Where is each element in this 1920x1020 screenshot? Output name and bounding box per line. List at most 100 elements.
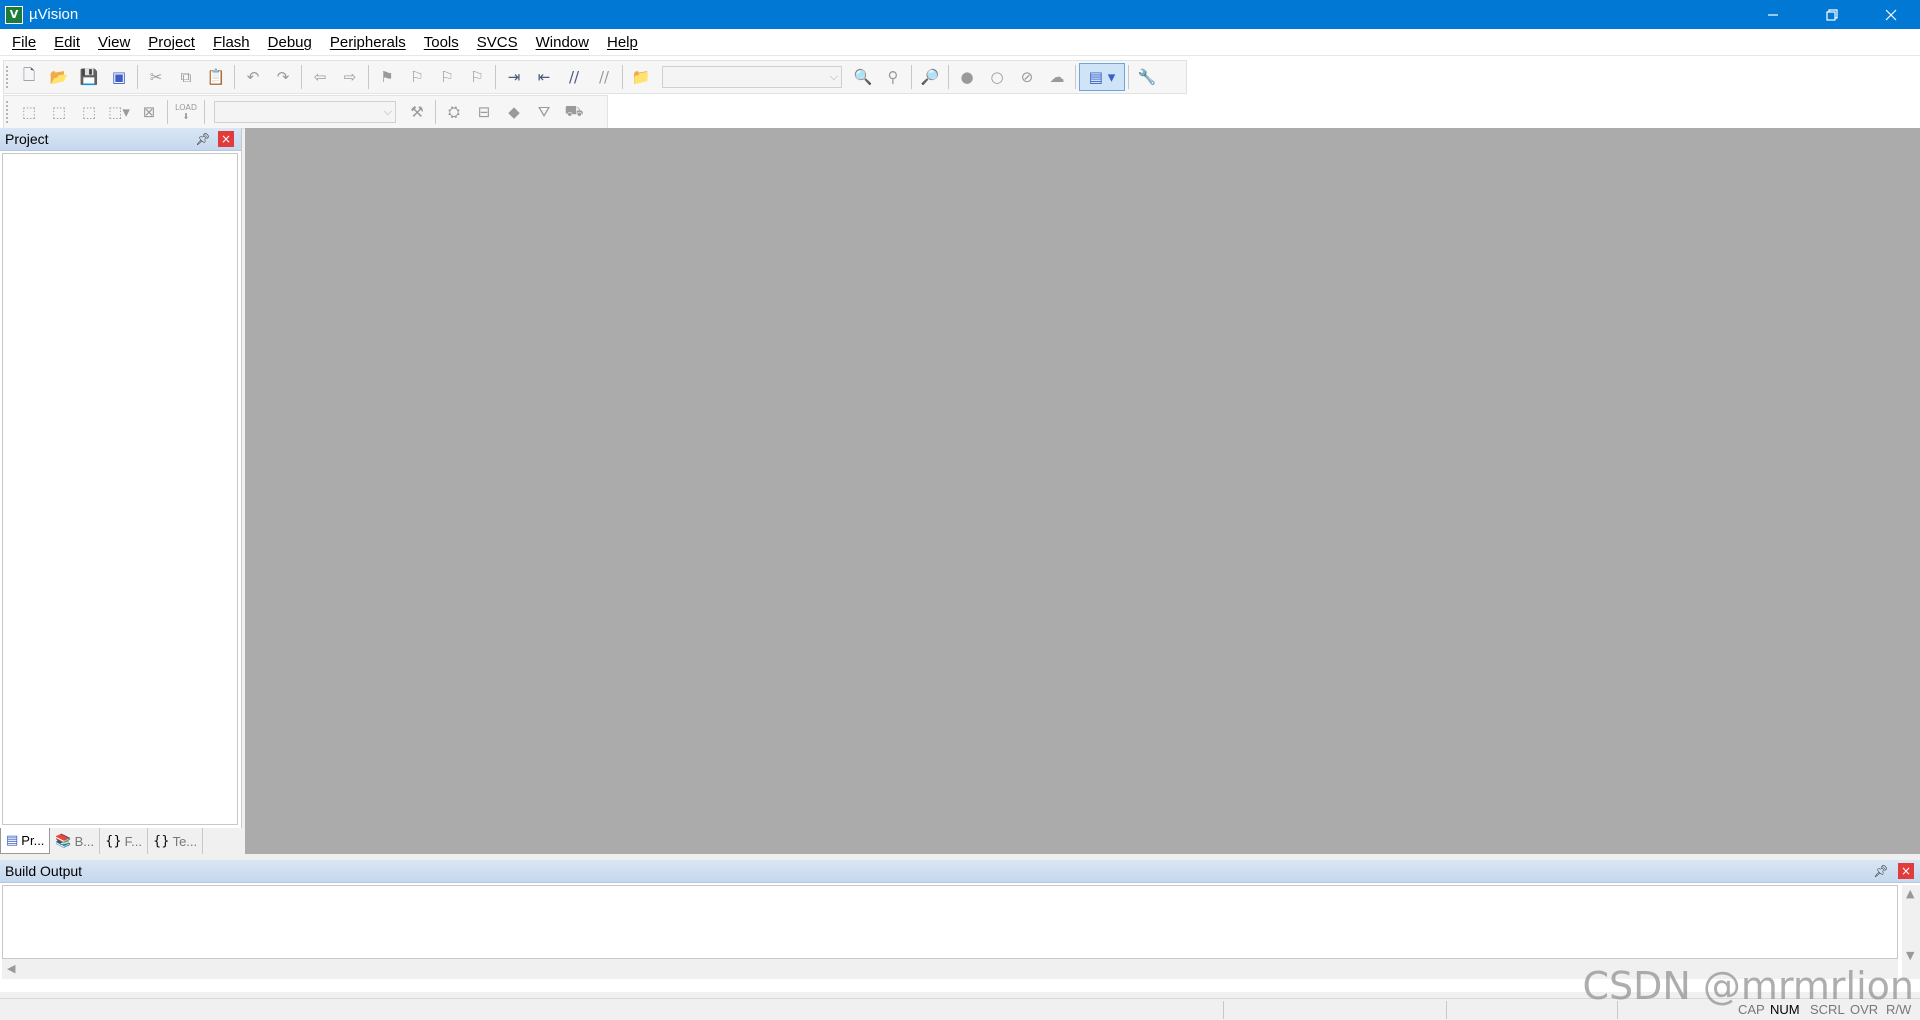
toolbar-separator [948,65,949,89]
restore-button[interactable] [1802,0,1861,29]
window-layout-icon[interactable]: ▤ ▾ [1079,63,1125,91]
open-file-icon[interactable]: 📂 [44,63,74,91]
target-options-icon[interactable]: ⚒ [402,98,432,126]
uncomment-icon[interactable]: // [589,63,619,91]
toolbar-area: 🗋 📂 💾 ▣ ✂ ⧉ 📋 ↶ ↷ ⇦ ⇨ ⚑ ⚐ ⚐ ⚐ ⇥ ⇤ // // … [0,56,1920,129]
project-tab-icon: ▤ [6,833,19,848]
chevron-down-icon: ⌵ [829,70,838,83]
redo-icon[interactable]: ↷ [268,63,298,91]
menu-window[interactable]: Window [527,29,598,56]
pin-icon[interactable]: 📌︎ [1873,863,1889,879]
toolbar-grip[interactable] [6,66,9,88]
prev-bookmark-icon[interactable]: ⚐ [402,63,432,91]
templates-tab-icon: {} [153,833,170,849]
target-combo[interactable]: ⌵ [214,101,396,123]
unindent-icon[interactable]: ⇤ [529,63,559,91]
toolbar-separator [622,65,623,89]
next-bookmark-icon[interactable]: ⚐ [432,63,462,91]
menu-svcs[interactable]: SVCS [468,29,527,56]
tab-books[interactable]: 📚 B... [50,828,101,854]
menu-help[interactable]: Help [598,29,647,56]
download-icon[interactable]: LOAD ⬇ [171,98,201,126]
menu-debug[interactable]: Debug [259,29,321,56]
watermark: CSDN @mrmrlion [1582,964,1914,1008]
find-in-files-icon[interactable]: 📁 [626,63,656,91]
title-bar: V µVision [0,0,1920,29]
menu-flash[interactable]: Flash [204,29,259,56]
breakpoint-icon[interactable]: ● [952,63,982,91]
chevron-down-icon: ⌵ [383,105,392,118]
tab-templates[interactable]: {} Te... [148,828,204,854]
window-controls [1743,0,1920,29]
toolbar-separator [137,65,138,89]
toolbar-separator [1075,65,1076,89]
close-icon [1885,9,1896,20]
batch-build-icon[interactable]: ⬚▾ [104,98,134,126]
find-combo[interactable]: ⌵ [662,66,842,88]
translate-icon[interactable]: ⬚ [14,98,44,126]
pack-installer-icon[interactable]: ⊟ [469,98,499,126]
scroll-down-icon[interactable]: ▼ [1906,949,1914,962]
undo-icon[interactable]: ↶ [238,63,268,91]
stop-build-icon[interactable]: ⊠ [134,98,164,126]
configure-icon[interactable]: 🔧 [1132,63,1162,91]
menu-view[interactable]: View [89,29,139,56]
paste-icon[interactable]: 📋 [201,63,231,91]
tab-project[interactable]: ▤ Pr... [0,828,51,854]
cut-icon[interactable]: ✂ [141,63,171,91]
tab-functions-label: F... [124,833,143,849]
build-icon[interactable]: ⬚ [44,98,74,126]
clear-bookmarks-icon[interactable]: ⚐ [462,63,492,91]
toolbar-separator [911,65,912,89]
toolbar-grip[interactable] [6,101,9,123]
incremental-find-icon[interactable]: ⚲ [878,63,908,91]
status-cell [1446,1001,1447,1019]
tab-functions[interactable]: {} F... [100,828,149,854]
toolbar-separator [204,100,205,124]
menu-file[interactable]: File [3,29,45,56]
project-panel-header: Project 📌︎ × [0,128,241,151]
tab-project-label: Pr... [21,833,45,848]
save-all-icon[interactable]: ▣ [104,63,134,91]
minimize-button[interactable] [1743,0,1802,29]
menu-edit[interactable]: Edit [45,29,89,56]
project-tree[interactable] [2,153,238,825]
menu-tools[interactable]: Tools [415,29,468,56]
build-output-title: Build Output [5,863,83,879]
pin-icon[interactable]: 📌︎ [195,131,211,147]
kill-all-breakpoints-icon[interactable]: ☁ [1042,63,1072,91]
copy-icon[interactable]: ⧉ [171,63,201,91]
build-output-text[interactable] [2,885,1898,959]
close-panel-button[interactable]: × [1898,863,1914,879]
select-device-icon[interactable]: ◆ [499,98,529,126]
close-panel-button[interactable]: × [218,131,234,147]
minimize-icon [1767,13,1778,16]
navigate-forward-icon[interactable]: ⇨ [335,63,365,91]
menu-project[interactable]: Project [139,29,204,56]
find-icon[interactable]: 🔍 [848,63,878,91]
debug-session-icon[interactable]: 🔎 [915,63,945,91]
project-panel: Project 📌︎ × ▤ Pr... 📚 B... {} F... {} T… [0,128,242,854]
scroll-left-icon[interactable]: ◀ [7,962,15,975]
navigate-back-icon[interactable]: ⇦ [305,63,335,91]
download-label: LOAD [175,103,197,112]
new-file-icon[interactable]: 🗋 [14,63,44,91]
functions-tab-icon: {} [105,833,122,849]
manage-rte-icon[interactable]: ⛟ [559,98,589,126]
bookmark-icon[interactable]: ⚑ [372,63,402,91]
build-output-header: Build Output 📌︎ × [0,860,1920,883]
scroll-up-icon[interactable]: ▲ [1906,887,1914,900]
manage-components-icon[interactable]: ⛭ [439,98,469,126]
comment-icon[interactable]: // [559,63,589,91]
rebuild-icon[interactable]: ⬚ [74,98,104,126]
editor-workspace[interactable] [245,128,1920,854]
indent-icon[interactable]: ⇥ [499,63,529,91]
manage-project-items-icon[interactable]: ⛛ [529,98,559,126]
close-window-button[interactable] [1861,0,1920,29]
tab-templates-label: Te... [172,833,198,849]
save-icon[interactable]: 💾 [74,63,104,91]
disable-all-breakpoints-icon[interactable]: ⊘ [1012,63,1042,91]
disable-breakpoint-icon[interactable]: ○ [982,63,1012,91]
menu-bar: File Edit View Project Flash Debug Perip… [0,29,1920,56]
menu-peripherals[interactable]: Peripherals [321,29,415,56]
